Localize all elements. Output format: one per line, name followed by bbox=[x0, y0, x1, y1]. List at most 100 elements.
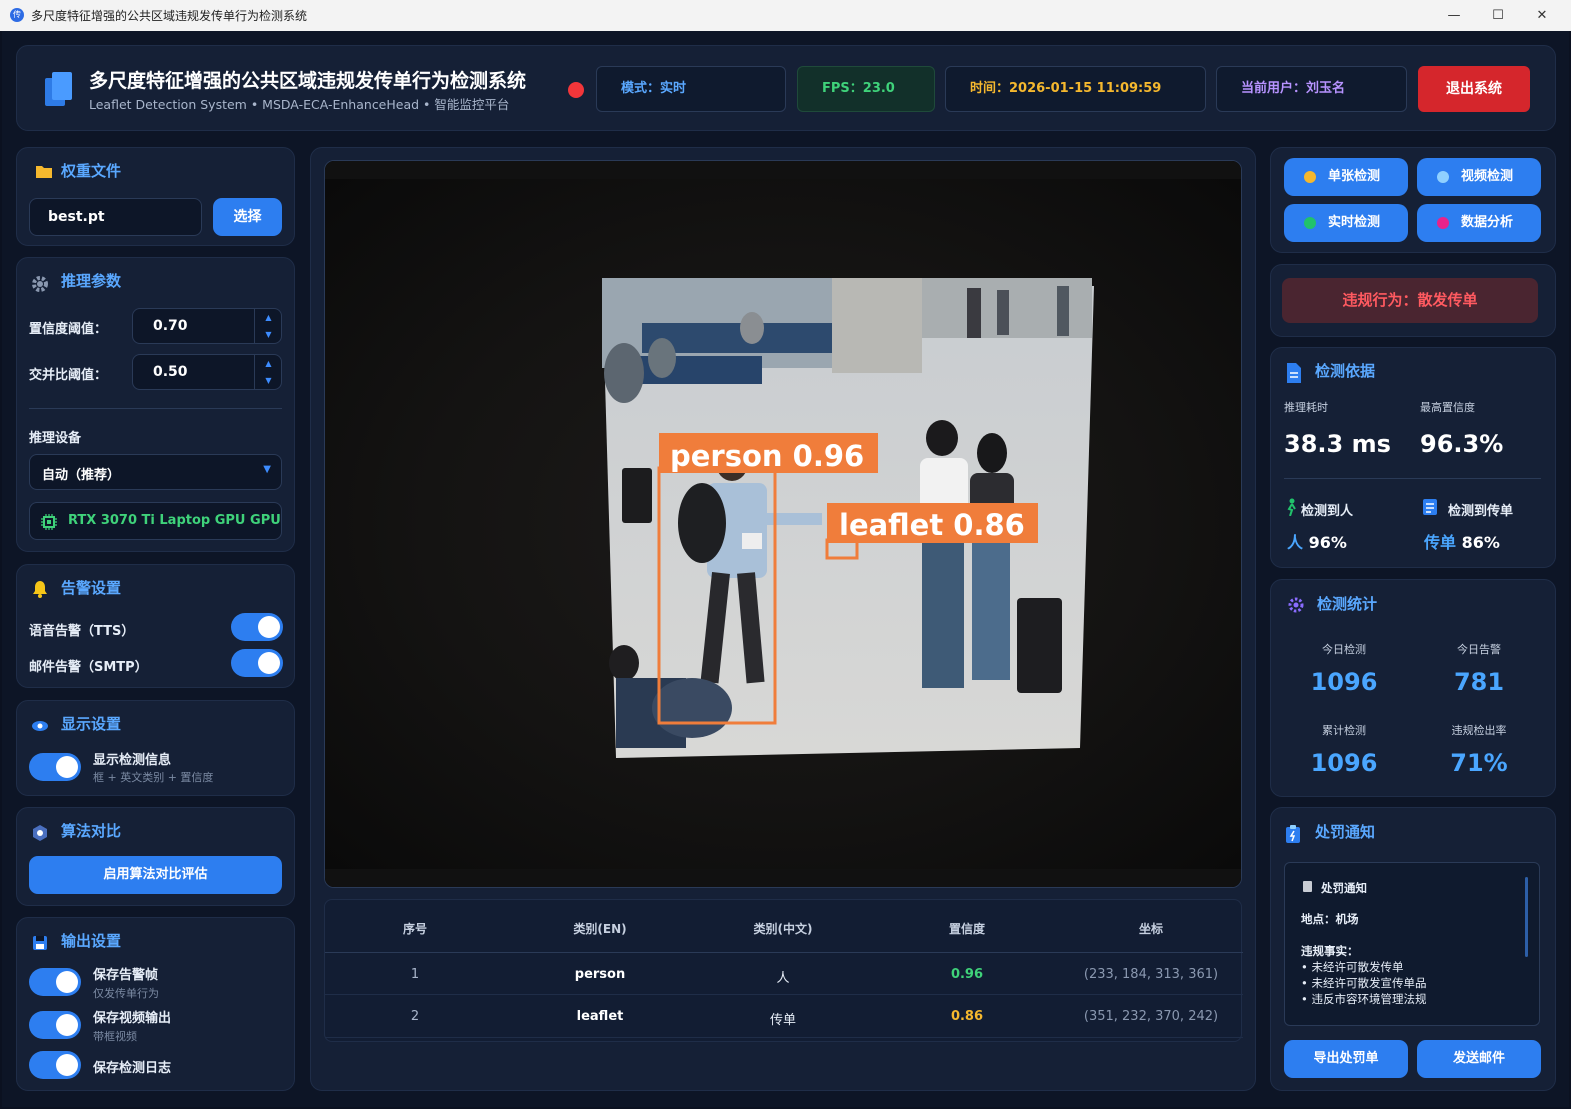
select-weights-button[interactable]: 选择 bbox=[213, 198, 282, 236]
save-icon bbox=[33, 936, 47, 950]
divider bbox=[1284, 478, 1541, 479]
data-analysis-button[interactable]: 数据分析 bbox=[1417, 204, 1541, 242]
iou-label: 交并比阈值： bbox=[29, 368, 108, 383]
iou-stepper[interactable]: ▲ ▼ bbox=[254, 355, 282, 389]
inference-title: 推理参数 bbox=[61, 272, 122, 290]
maximize-button[interactable]: ☐ bbox=[1475, 0, 1521, 31]
row-class-zh: 人 bbox=[776, 971, 790, 986]
person-key: 人 bbox=[1287, 533, 1304, 552]
logout-button[interactable]: 退出系统 bbox=[1418, 66, 1530, 112]
basis-title: 检测依据 bbox=[1315, 362, 1376, 380]
alarm-title: 告警设置 bbox=[61, 579, 122, 597]
frame-top-strip bbox=[325, 161, 1241, 179]
status-dot-icon bbox=[1437, 171, 1449, 183]
today-detect-value: 1096 bbox=[1310, 668, 1378, 696]
close-button[interactable]: ✕ bbox=[1519, 0, 1565, 31]
gpu-name: RTX 3070 Ti Laptop GPU GPU bbox=[68, 513, 281, 528]
basis-panel: 检测依据 推理耗时 38.3 ms 最高置信度 96.3% 检测到人 人 96%… bbox=[1270, 347, 1556, 568]
gear-icon bbox=[32, 276, 48, 292]
row-class-en: leaflet bbox=[576, 1009, 624, 1024]
gpu-info: RTX 3070 Ti Laptop GPU GPU bbox=[29, 502, 282, 540]
conf-label: 置信度阈值： bbox=[29, 322, 108, 337]
frame-bottom-strip bbox=[325, 869, 1241, 887]
chip-icon bbox=[41, 514, 57, 530]
table-header: 类别(中文) bbox=[753, 922, 813, 936]
alarm-panel: 告警设置 语音告警（TTS） 邮件告警（SMTP） bbox=[16, 564, 295, 688]
leaflet-percent: 86% bbox=[1461, 533, 1500, 552]
device-value: 自动（推荐） bbox=[42, 468, 121, 483]
output-item-label: 保存告警帧 bbox=[93, 968, 159, 983]
device-select[interactable]: 自动（推荐） ▼ bbox=[29, 454, 282, 490]
document-icon bbox=[1287, 363, 1301, 383]
table-row[interactable]: 2 leaflet 传单 0.86 (351, 232, 370, 242) bbox=[325, 996, 1243, 1038]
video-detect-button[interactable]: 视频检测 bbox=[1417, 158, 1541, 196]
window-title: 多尺度特征增强的公共区域违规发传单行为检测系统 bbox=[31, 9, 308, 23]
stats-title: 检测统计 bbox=[1317, 595, 1378, 613]
table-header: 坐标 bbox=[1138, 922, 1163, 936]
fps-chip: FPS：23.0 bbox=[797, 66, 935, 112]
leaflet-icon bbox=[1423, 499, 1437, 515]
eye-icon bbox=[32, 721, 48, 731]
penalty-title: 处罚通知 bbox=[1315, 823, 1376, 841]
person-detected-value: 人 96% bbox=[1287, 529, 1347, 553]
show-info-toggle[interactable] bbox=[29, 753, 81, 781]
detection-label-leaflet: leaflet 0.86 bbox=[839, 508, 1025, 542]
output-item-desc: 仅发传单行为 bbox=[93, 987, 159, 1000]
show-info-label: 显示检测信息 bbox=[93, 753, 172, 768]
table-row[interactable]: 1 person 人 0.96 (233, 184, 313, 361) bbox=[325, 953, 1243, 995]
export-penalty-button[interactable]: 导出处罚单 bbox=[1284, 1040, 1408, 1078]
mode-label: 数据分析 bbox=[1461, 215, 1514, 230]
compare-button[interactable]: 启用算法对比评估 bbox=[29, 856, 282, 894]
row-coords: (351, 232, 370, 242) bbox=[1083, 1009, 1219, 1024]
violation-banner: 违规行为：散发传单 bbox=[1282, 278, 1538, 323]
row-class-zh: 传单 bbox=[769, 1013, 796, 1028]
compare-title: 算法对比 bbox=[61, 822, 122, 840]
weights-panel: 权重文件 best.pt 选择 bbox=[16, 147, 295, 246]
status-dot-icon bbox=[1304, 217, 1316, 229]
app-body: 多尺度特征增强的公共区域违规发传单行为检测系统 Leaflet Detectio… bbox=[2, 31, 1569, 1107]
notice-title: 处罚通知 bbox=[1321, 881, 1367, 895]
penalty-notice: 处罚通知 地点：机场 违规事实： • 未经许可散发传单 • 未经许可散发宣传单品… bbox=[1284, 862, 1540, 1026]
weights-file-field[interactable]: best.pt bbox=[29, 198, 202, 236]
smtp-toggle[interactable] bbox=[231, 649, 283, 677]
row-index: 2 bbox=[410, 1009, 420, 1024]
today-alarm-label: 今日告警 bbox=[1457, 643, 1501, 656]
single-detect-button[interactable]: 单张检测 bbox=[1284, 158, 1408, 196]
bell-icon bbox=[33, 581, 47, 598]
notice-fact: • 未经许可散发宣传单品 bbox=[1301, 976, 1427, 990]
header-bar: 多尺度特征增强的公共区域违规发传单行为检测系统 Leaflet Detectio… bbox=[16, 45, 1556, 131]
mode-label: 单张检测 bbox=[1328, 169, 1381, 184]
compare-panel: 算法对比 启用算法对比评估 bbox=[16, 807, 295, 906]
show-info-desc: 框 + 英文类别 + 置信度 bbox=[93, 771, 214, 784]
save-log-toggle[interactable] bbox=[29, 1051, 81, 1079]
divider bbox=[29, 408, 282, 409]
mode-panel: 单张检测 视频检测 实时检测 数据分析 bbox=[1270, 147, 1556, 253]
minimize-button[interactable]: — bbox=[1431, 0, 1477, 31]
realtime-detect-button[interactable]: 实时检测 bbox=[1284, 204, 1408, 242]
output-panel: 输出设置 保存告警帧 仅发传单行为 保存视频输出 带框视频 保存检测日志 bbox=[16, 917, 295, 1091]
display-title: 显示设置 bbox=[61, 715, 122, 733]
conf-stepper[interactable]: ▲ ▼ bbox=[254, 309, 282, 343]
chevron-down-icon: ▼ bbox=[263, 464, 271, 475]
output-item-label: 保存视频输出 bbox=[93, 1011, 172, 1026]
notice-facts-title: 违规事实： bbox=[1301, 944, 1359, 958]
row-class-en: person bbox=[574, 967, 626, 982]
smtp-label: 邮件告警（SMTP） bbox=[29, 660, 148, 675]
stats-gear-icon bbox=[1288, 597, 1304, 613]
leaflet-detected-label: 检测到传单 bbox=[1448, 504, 1514, 519]
memo-icon bbox=[1303, 881, 1312, 892]
output-title: 输出设置 bbox=[61, 932, 122, 950]
save-alarm-frame-toggle[interactable] bbox=[29, 968, 81, 996]
notice-scrollbar[interactable] bbox=[1525, 877, 1528, 957]
save-video-toggle[interactable] bbox=[29, 1011, 81, 1039]
app-icon: 传 bbox=[10, 8, 24, 22]
stats-panel: 检测统计 今日检测 1096 今日告警 781 累计检测 1096 违规检出率 … bbox=[1270, 579, 1556, 797]
tts-toggle[interactable] bbox=[231, 613, 283, 641]
send-email-button[interactable]: 发送邮件 bbox=[1417, 1040, 1541, 1078]
infer-time-label: 推理耗时 bbox=[1284, 401, 1328, 414]
tts-label: 语音告警（TTS） bbox=[29, 624, 135, 639]
total-detect-label: 累计检测 bbox=[1322, 724, 1366, 737]
leaflet-key: 传单 bbox=[1424, 533, 1457, 552]
row-confidence: 0.96 bbox=[950, 967, 984, 982]
device-label: 推理设备 bbox=[29, 431, 82, 446]
